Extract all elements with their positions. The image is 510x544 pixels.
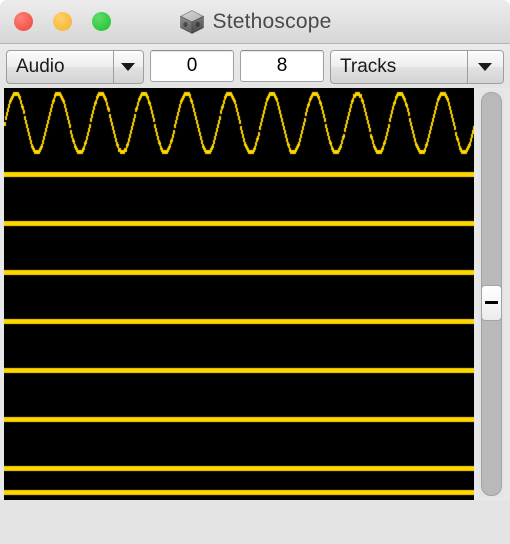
source-combo-label: Audio bbox=[16, 56, 65, 77]
source-combo[interactable]: Audio bbox=[6, 50, 144, 84]
vertical-scrollbar[interactable] bbox=[479, 90, 504, 498]
window-title: Stethoscope bbox=[212, 10, 332, 33]
end-time-input[interactable]: 8 bbox=[240, 50, 324, 82]
waveform-canvas bbox=[4, 88, 474, 500]
start-time-value: 0 bbox=[186, 55, 198, 76]
bottom-bar bbox=[0, 500, 510, 544]
title-group: Stethoscope bbox=[0, 0, 510, 44]
app-window: Stethoscope Audio 0 8 Tracks bbox=[0, 0, 510, 544]
scrollbar-grip-icon bbox=[485, 301, 498, 305]
tracks-combo-arrow-button[interactable] bbox=[466, 50, 504, 84]
close-window-button[interactable] bbox=[14, 12, 33, 31]
waveform-display[interactable] bbox=[4, 88, 474, 500]
title-bar: Stethoscope bbox=[0, 0, 510, 44]
chevron-down-icon bbox=[121, 63, 136, 71]
source-combo-arrow-button[interactable] bbox=[112, 50, 144, 84]
end-time-value: 8 bbox=[276, 55, 288, 76]
vertical-scrollbar-thumb[interactable] bbox=[481, 284, 502, 321]
toolbar: Audio 0 8 Tracks bbox=[0, 44, 510, 88]
source-combo-body[interactable]: Audio bbox=[6, 50, 113, 84]
tracks-combo-body[interactable]: Tracks bbox=[330, 50, 467, 84]
start-time-input[interactable]: 0 bbox=[150, 50, 234, 82]
tracks-combo-label: Tracks bbox=[340, 56, 397, 77]
tracks-combo[interactable]: Tracks bbox=[330, 50, 504, 84]
cube-icon bbox=[179, 10, 204, 34]
minimize-window-button[interactable] bbox=[53, 12, 72, 31]
chevron-down-icon bbox=[478, 63, 493, 71]
maximize-window-button[interactable] bbox=[92, 12, 111, 31]
